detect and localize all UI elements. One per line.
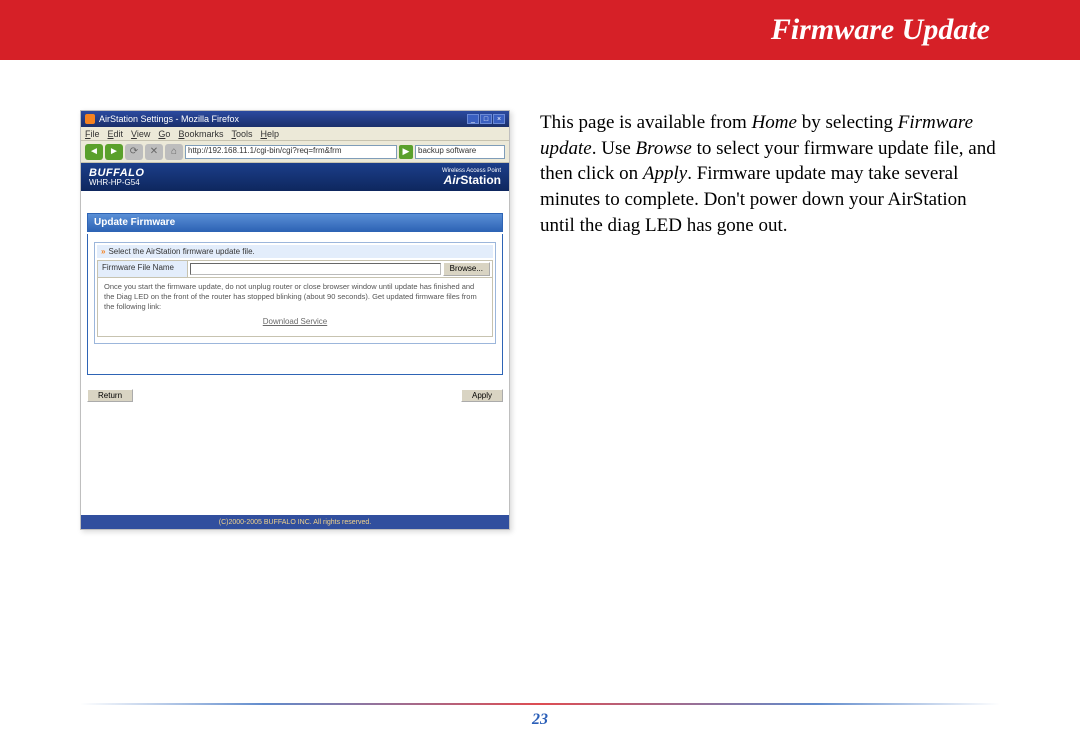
browse-button[interactable]: Browse... [443,262,490,276]
t2: by selecting [797,112,898,133]
stop-button[interactable]: ✕ [145,144,163,160]
t-apply: Apply [643,163,687,184]
download-link[interactable]: Download Service [104,317,486,327]
file-label: Firmware File Name [98,261,188,277]
menu-help[interactable]: Help [260,129,279,139]
close-button[interactable]: × [493,114,505,124]
maximize-button[interactable]: □ [480,114,492,124]
file-input[interactable] [190,263,441,275]
menu-bar: File Edit View Go Bookmarks Tools Help [81,127,509,141]
file-row: Firmware File Name Browse... [97,260,493,278]
page-number: 23 [0,711,1080,729]
home-button[interactable]: ⌂ [165,144,183,160]
window-titlebar: AirStation Settings - Mozilla Firefox _ … [81,111,509,127]
brand-bar: BUFFALO WHR-HP-G54 Wireless Access Point… [81,163,509,191]
router-footer: (C)2000-2005 BUFFALO INC. All rights res… [81,515,509,529]
t-home: Home [752,112,797,133]
note-text: Once you start the firmware update, do n… [104,282,477,311]
nav-toolbar: ◄ ► ⟳ ✕ ⌂ http://192.168.11.1/cgi-bin/cg… [81,141,509,163]
t1: This page is available from [540,112,752,133]
firefox-icon [85,114,95,124]
return-button[interactable]: Return [87,389,133,402]
brand-logo: BUFFALO [89,168,144,179]
window-title: AirStation Settings - Mozilla Firefox [99,114,467,124]
browser-screenshot: AirStation Settings - Mozilla Firefox _ … [80,110,510,530]
select-text: Select the AirStation firmware update fi… [108,247,254,256]
menu-file[interactable]: File [85,129,100,139]
search-box[interactable]: backup software [415,145,505,159]
menu-tools[interactable]: Tools [231,129,252,139]
doc-title: Firmware Update [771,13,990,47]
arrow-icon: » [101,247,105,256]
forward-button[interactable]: ► [105,144,123,160]
t3: . Use [592,138,636,159]
go-button[interactable]: ▶ [399,145,413,159]
note-box: Once you start the firmware update, do n… [97,278,493,337]
menu-view[interactable]: View [131,129,150,139]
menu-go[interactable]: Go [158,129,170,139]
menu-edit[interactable]: Edit [108,129,124,139]
minimize-button[interactable]: _ [467,114,479,124]
apply-button[interactable]: Apply [461,389,503,402]
product-name: AirStation [442,174,501,186]
section-title: Update Firmware [87,213,503,232]
t-browse: Browse [636,138,692,159]
page-footer: 23 [0,703,1080,729]
select-instruction: » Select the AirStation firmware update … [97,245,493,258]
page-body: BUFFALO WHR-HP-G54 Wireless Access Point… [81,163,509,529]
footer-rule [80,703,1000,705]
model-label: WHR-HP-G54 [89,179,144,187]
doc-header: Firmware Update [0,0,1080,60]
update-panel: » Select the AirStation firmware update … [87,234,503,375]
url-bar[interactable]: http://192.168.11.1/cgi-bin/cgi?req=frm&… [185,145,397,159]
menu-bookmarks[interactable]: Bookmarks [178,129,223,139]
instructions-text: This page is available from Home by sele… [540,110,1000,530]
back-button[interactable]: ◄ [85,144,103,160]
reload-button[interactable]: ⟳ [125,144,143,160]
